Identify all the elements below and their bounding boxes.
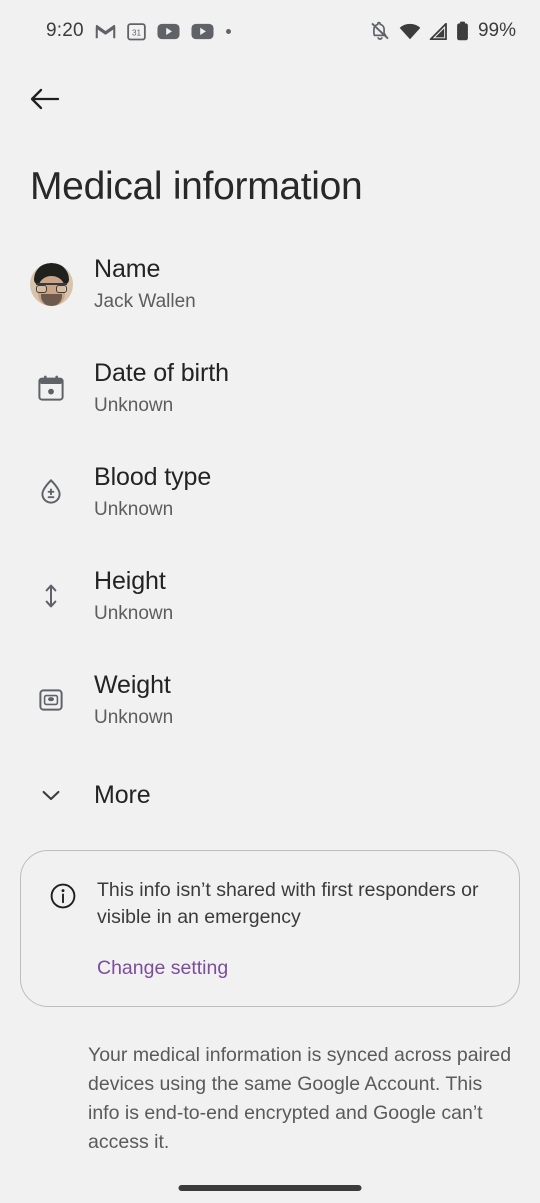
more-label: More — [94, 780, 151, 809]
avatar-beard — [40, 293, 62, 306]
list-item-value: Unknown — [94, 706, 174, 728]
list-item-weight[interactable]: Weight Unknown — [0, 648, 540, 752]
list-item-label: Date of birth — [94, 358, 229, 387]
avatar — [28, 261, 74, 307]
privacy-info-text: This info isn’t shared with first respon… — [97, 879, 479, 928]
battery-percent-label: 99% — [477, 20, 516, 41]
info-icon — [41, 877, 85, 911]
status-bar: 9:20 31 99% — [0, 0, 540, 62]
list-item-name[interactable]: Name Jack Wallen — [0, 232, 540, 336]
list-item-date-of-birth[interactable]: Date of birth Unknown — [0, 336, 540, 440]
more-expander[interactable]: More — [0, 752, 540, 838]
list-item-text: Blood type Unknown — [94, 461, 211, 524]
cellular-signal-icon — [429, 22, 448, 40]
battery-icon — [456, 21, 469, 41]
list-item-text: Height Unknown — [94, 565, 173, 628]
footer-note: Your medical information is synced acros… — [88, 1044, 512, 1153]
list-item-height[interactable]: Height Unknown — [0, 544, 540, 648]
list-item-value: Unknown — [94, 394, 174, 416]
medical-info-list: Name Jack Wallen Date of birth Unknown B… — [0, 232, 540, 838]
privacy-info-card: This info isn’t shared with first respon… — [20, 850, 520, 1007]
avatar-glasses — [35, 282, 67, 293]
list-item-text: Date of birth Unknown — [94, 357, 229, 420]
svg-text:31: 31 — [132, 28, 142, 37]
youtube-icon — [191, 23, 214, 40]
list-item-value: Jack Wallen — [94, 290, 196, 312]
calendar-icon — [28, 365, 74, 411]
blood-drop-icon — [28, 469, 74, 515]
list-item-label: Weight — [94, 670, 171, 699]
height-arrows-icon — [28, 573, 74, 619]
list-item-value: Unknown — [94, 498, 174, 520]
wifi-icon — [399, 23, 421, 40]
calendar-icon: 31 — [127, 22, 146, 41]
status-bar-left: 9:20 31 — [46, 20, 232, 42]
weight-scale-icon — [28, 677, 74, 723]
app-bar — [0, 62, 540, 136]
privacy-info-body: This info isn’t shared with first respon… — [97, 877, 487, 980]
list-item-label: Name — [94, 254, 161, 283]
page-title: Medical information — [30, 165, 363, 208]
ringer-muted-icon — [369, 21, 391, 41]
list-item-text: Weight Unknown — [94, 669, 173, 732]
gmail-icon — [95, 23, 116, 40]
youtube-icon — [157, 23, 180, 40]
list-item-label: Height — [94, 566, 166, 595]
arrow-back-icon — [30, 87, 60, 111]
status-bar-clock: 9:20 — [46, 20, 84, 41]
home-gesture-bar[interactable] — [178, 1185, 362, 1191]
list-item-text: Name Jack Wallen — [94, 253, 196, 316]
chevron-down-icon — [28, 772, 74, 818]
change-setting-link[interactable]: Change setting — [97, 957, 228, 980]
status-bar-right: 99% — [369, 20, 516, 42]
back-button[interactable] — [22, 76, 68, 122]
list-item-label: Blood type — [94, 462, 212, 491]
list-item-blood-type[interactable]: Blood type Unknown — [0, 440, 540, 544]
list-item-value: Unknown — [94, 602, 174, 624]
overflow-dot-icon — [225, 28, 232, 35]
avatar-image — [29, 262, 73, 306]
